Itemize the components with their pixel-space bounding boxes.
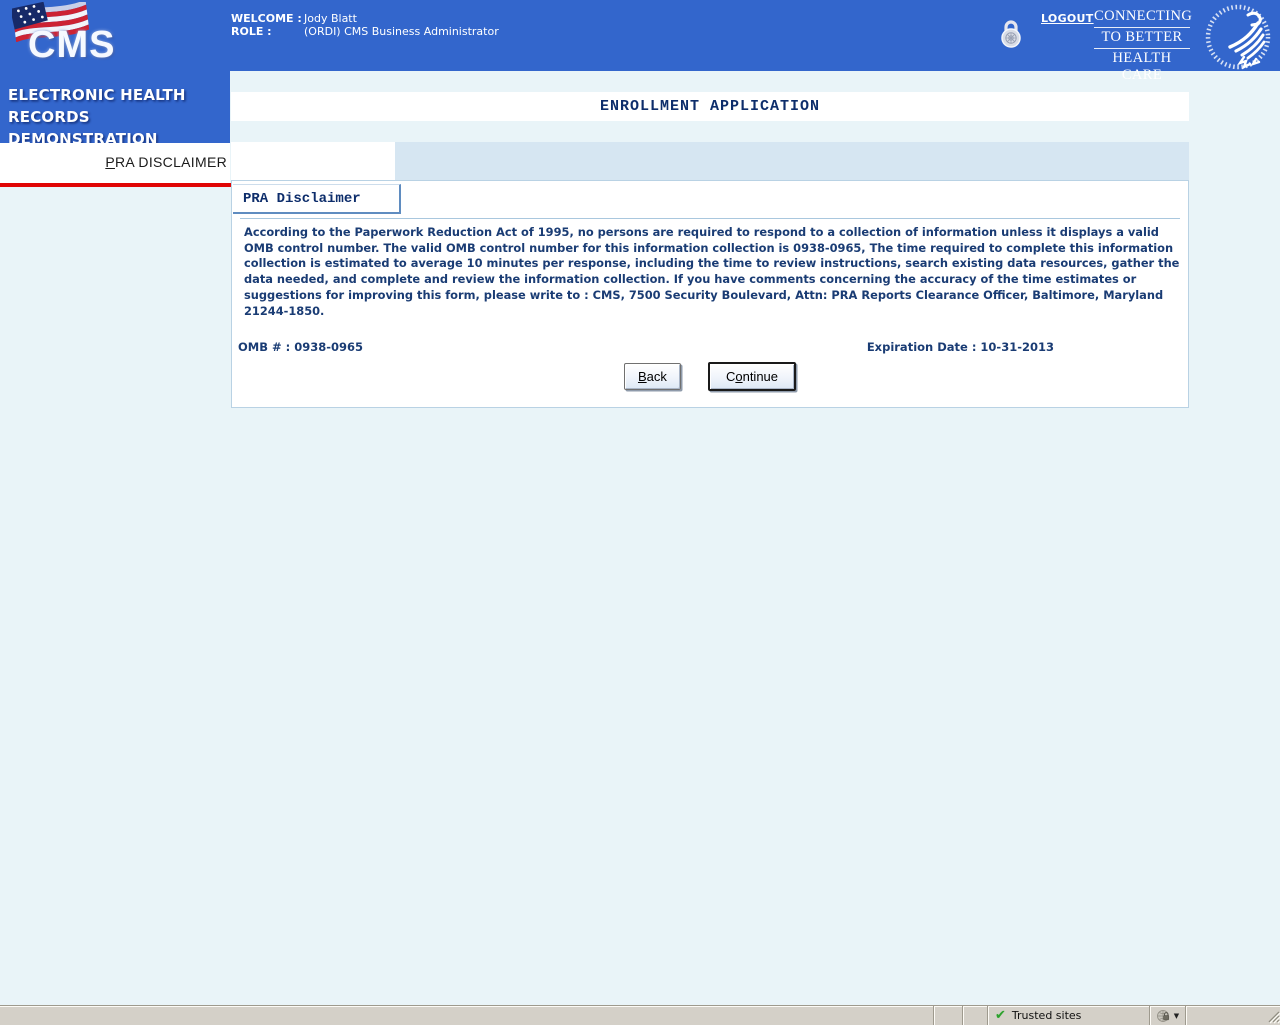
role-value: (ORDI) CMS Business Administrator (304, 25, 499, 38)
app-title-line-1: ELECTRONIC HEALTH RECORDS (8, 86, 186, 126)
cms-logo: CMS (6, 2, 114, 68)
statusbar-security-zone: ✔ Trusted sites (987, 1006, 1149, 1025)
statusbar-main-panel (0, 1006, 933, 1025)
welcome-block: WELCOME : Jody Blatt ROLE : (ORDI) CMS B… (231, 12, 499, 38)
tabstrip-band (395, 142, 1189, 180)
continue-button-label: ntinue (742, 369, 779, 384)
tab-pra-disclaimer-label: PRA Disclaimer (243, 190, 361, 207)
back-button[interactable]: Back (623, 363, 681, 390)
back-button-accesskey: B (637, 369, 647, 384)
page-title-bar: ENROLLMENT APPLICATION (231, 92, 1189, 121)
statusbar-spacer (1185, 1006, 1266, 1025)
welcome-value: Jody Blatt (304, 12, 357, 25)
welcome-label: WELCOME : (231, 12, 302, 25)
disclaimer-text: According to the Paperwork Reduction Act… (244, 225, 1180, 318)
page-title: ENROLLMENT APPLICATION (599, 98, 821, 115)
protected-mode-icon (1156, 1009, 1171, 1023)
continue-button-accesskey: o (735, 369, 743, 384)
dropdown-arrow-icon: ▼ (1173, 1011, 1180, 1020)
sidebar-item-pra-disclaimer[interactable]: PRA DISCLAIMER (105, 154, 227, 170)
hhs-seal-icon (1204, 1, 1278, 73)
back-button-label: ack (646, 369, 667, 384)
omb-number-label: OMB # : 0938-0965 (238, 340, 364, 354)
nav-pra-label: RA DISCLAIMER (114, 154, 227, 170)
sidebar-nav: PRA DISCLAIMER (0, 143, 230, 183)
statusbar-protected-mode[interactable]: ▼ (1149, 1006, 1185, 1025)
header-motto: CONNECTING TO BETTER HEALTH CARE (1094, 7, 1193, 86)
motto-line-3: HEALTH CARE (1094, 48, 1190, 86)
green-check-icon: ✔ (995, 1008, 1006, 1023)
continue-button[interactable]: Continue (707, 362, 797, 391)
status-bar: ✔ Trusted sites ▼ (0, 1005, 1280, 1025)
nav-red-underline (0, 183, 233, 187)
statusbar-cell-2 (962, 1006, 987, 1025)
omb-row: OMB # : 0938-0965 Expiration Date : 10-3… (238, 340, 1054, 354)
continue-button-prefix: C (725, 369, 736, 384)
logout-link[interactable]: LOGOUT (1041, 12, 1094, 25)
pra-disclaimer-panel: According to the Paperwork Reduction Act… (231, 180, 1189, 408)
tabstrip-left-area (231, 142, 395, 180)
cms-logo-text: CMS (28, 24, 116, 66)
security-zone-label: Trusted sites (1011, 1009, 1082, 1022)
app-title: ELECTRONIC HEALTH RECORDS DEMONSTRATION (8, 84, 226, 150)
motto-line-1: CONNECTING (1094, 8, 1193, 24)
nav-pra-accesskey: P (105, 154, 115, 170)
resize-grip[interactable] (1266, 1006, 1280, 1025)
statusbar-cell-1 (933, 1006, 962, 1025)
role-label: ROLE : (231, 25, 272, 38)
expiration-date-label: Expiration Date : 10-31-2013 (866, 340, 1054, 354)
motto-line-2: TO BETTER (1094, 27, 1190, 48)
panel-separator (240, 218, 1180, 219)
lock-icon (999, 18, 1023, 50)
button-row: Back Continue (232, 362, 1188, 391)
tab-pra-disclaimer[interactable]: PRA Disclaimer (233, 184, 401, 214)
page: { "header": { "logo_text": "CMS", "welco… (0, 0, 1280, 1025)
